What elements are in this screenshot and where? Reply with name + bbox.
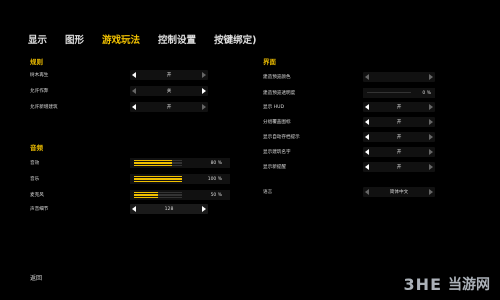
option-selector[interactable]: 开 <box>363 117 435 127</box>
arrow-right-icon[interactable] <box>202 104 206 110</box>
setting-label: 建造预览透明度 <box>263 91 296 96</box>
setting-label: 显示新提醒 <box>263 165 286 170</box>
section-title-audio: 音频 <box>30 144 43 152</box>
arrow-right-icon[interactable] <box>429 164 433 170</box>
arrow-left-icon[interactable] <box>365 74 369 80</box>
arrow-right-icon[interactable] <box>202 72 206 78</box>
setting-label: 允许新增建筑 <box>30 105 58 110</box>
option-selector[interactable]: 开 <box>130 102 208 112</box>
slider-value: 100 % <box>207 176 222 182</box>
setting-label: 显示自动存档提示 <box>263 135 300 140</box>
setting-label: 分组覆盖图标 <box>263 120 291 125</box>
setting-label: 树木再生 <box>30 73 49 78</box>
option-selector[interactable]: 开 <box>363 162 435 172</box>
slider-track[interactable] <box>367 92 411 94</box>
volume-slider[interactable]: 80 % <box>130 158 230 168</box>
volume-slider[interactable]: 50 % <box>130 190 230 200</box>
section-title-interface: 界面 <box>263 58 276 66</box>
arrow-right-icon[interactable] <box>429 189 433 195</box>
arrow-right-icon[interactable] <box>429 149 433 155</box>
arrow-right-icon[interactable] <box>429 134 433 140</box>
option-selector[interactable]: 开 <box>363 147 435 157</box>
opacity-slider[interactable]: 0 % <box>363 88 435 98</box>
setting-label: 音乐 <box>30 177 40 182</box>
back-button[interactable]: 返回 <box>30 273 42 282</box>
arrow-right-icon[interactable] <box>429 74 433 80</box>
slider-track[interactable] <box>134 160 182 166</box>
slider-track[interactable] <box>134 176 182 182</box>
option-value: 开 <box>396 135 402 140</box>
watermark: 3HE 当游网 <box>404 274 490 294</box>
option-value: 关 <box>166 89 172 94</box>
slider-track[interactable] <box>134 192 182 198</box>
option-selector[interactable] <box>363 72 435 82</box>
setting-label: 显示建筑名字 <box>263 150 291 155</box>
setting-label: 建造预览颜色 <box>263 75 291 80</box>
option-selector[interactable]: 简体中文 <box>363 187 435 197</box>
option-value: 开 <box>396 150 402 155</box>
top-tabs: 显示 图形 游戏玩法 控制设置 按键绑定) <box>28 32 256 46</box>
option-value: 开 <box>166 105 172 110</box>
tab-gameplay[interactable]: 游戏玩法 <box>102 32 140 46</box>
tab-graphics[interactable]: 图形 <box>65 32 84 46</box>
setting-label: 声音细节 <box>30 207 49 212</box>
option-value: 128 <box>164 206 174 212</box>
watermark-text: 当游网 <box>448 277 490 293</box>
arrow-right-icon[interactable] <box>202 88 206 94</box>
option-selector[interactable]: 开 <box>363 102 435 112</box>
arrow-right-icon[interactable] <box>202 206 206 212</box>
setting-label: 显示 HUD <box>263 105 285 110</box>
option-value: 开 <box>396 105 402 110</box>
option-selector[interactable]: 128 <box>130 204 208 214</box>
arrow-right-icon[interactable] <box>429 119 433 125</box>
option-value: 开 <box>396 165 402 170</box>
tab-keybindings[interactable]: 按键绑定) <box>214 32 256 46</box>
slider-value: 0 % <box>422 90 431 96</box>
setting-label: 语言 <box>263 190 273 195</box>
watermark-logo: 3HE <box>403 274 442 294</box>
slider-value: 50 % <box>210 192 222 198</box>
slider-value: 80 % <box>210 160 222 166</box>
volume-slider[interactable]: 100 % <box>130 174 230 184</box>
tab-display[interactable]: 显示 <box>28 32 47 46</box>
option-selector[interactable]: 开 <box>363 132 435 142</box>
setting-label: 音效 <box>30 161 40 166</box>
option-value: 简体中文 <box>389 190 409 195</box>
option-value: 开 <box>396 120 402 125</box>
arrow-right-icon[interactable] <box>429 104 433 110</box>
setting-label: 允许作弊 <box>30 89 49 94</box>
setting-label: 麦克风 <box>30 193 44 198</box>
option-selector[interactable]: 开 <box>130 70 208 80</box>
tab-controls[interactable]: 控制设置 <box>158 32 196 46</box>
section-title-rules: 规则 <box>30 58 43 66</box>
option-selector[interactable]: 关 <box>130 86 208 96</box>
option-value: 开 <box>166 73 172 78</box>
